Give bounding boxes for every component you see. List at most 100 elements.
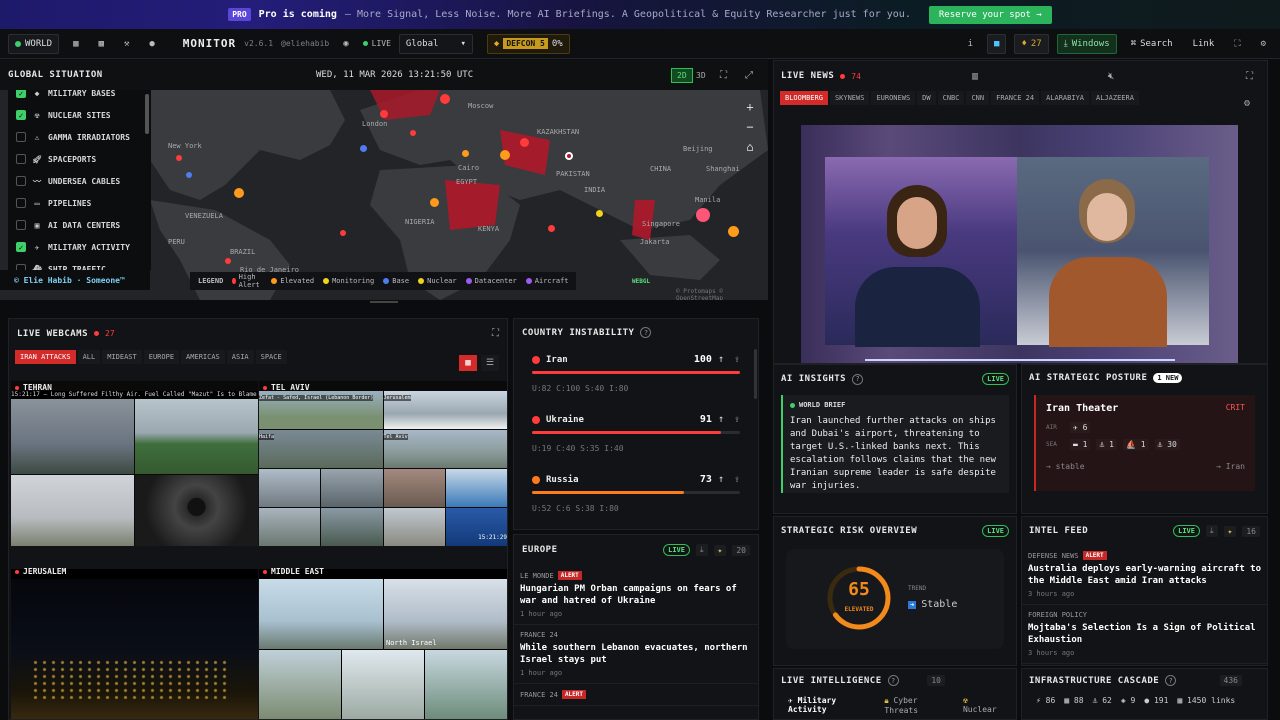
country-row[interactable]: Russia 73 ↑ ⇪ U:52 C:6 S:38 I:80	[514, 466, 758, 526]
help-icon[interactable]: ?	[887, 675, 899, 686]
link-button[interactable]: Link	[1187, 34, 1221, 54]
channel-tab[interactable]: ALARABIYA	[1041, 91, 1089, 105]
list-view-button[interactable]: ☰	[481, 355, 499, 371]
layers-scrollbar[interactable]	[144, 90, 150, 270]
windows-download-button[interactable]: ⤓ Windows	[1056, 33, 1117, 54]
news-headline[interactable]: Hungarian PM Orban campaigns on fears of…	[520, 583, 752, 607]
share-icon[interactable]: ⇪	[734, 354, 740, 365]
webcam-tab[interactable]: ALL	[77, 350, 101, 364]
elevated-marker[interactable]	[728, 226, 739, 237]
news-item[interactable]: FRANCE 24 While southern Lebanon evacuate…	[514, 625, 758, 684]
news-item[interactable]: FOREIGN POLICY Mojtaba's Selection Is a S…	[1022, 605, 1267, 664]
webcam-feed[interactable]	[445, 469, 507, 507]
search-button[interactable]: ⌘ Search	[1125, 34, 1179, 54]
channel-tab[interactable]: CNBC	[937, 91, 965, 105]
elevated-marker[interactable]	[462, 150, 469, 157]
webcam-feed[interactable]: 15:21:29	[445, 508, 507, 546]
webcam-feed[interactable]	[383, 469, 445, 507]
webcam-tab[interactable]: AMERICAS	[181, 350, 225, 364]
elevated-marker[interactable]	[430, 198, 439, 207]
download-icon[interactable]: ⤓	[1205, 525, 1218, 537]
webcam-feed[interactable]	[259, 650, 341, 719]
download-icon[interactable]: ⤓	[695, 544, 708, 556]
webcam-tab[interactable]: ASIA	[226, 350, 254, 364]
layer-toggle[interactable]: ⛴ SHIP TRAFFIC	[16, 258, 143, 270]
alert-marker[interactable]	[225, 258, 231, 264]
channel-tab[interactable]: DW	[917, 91, 936, 105]
layer-toggle[interactable]: ▭ PIPELINES	[16, 192, 143, 214]
tools-variant-button[interactable]: ⚒	[118, 34, 135, 54]
news-item[interactable]: DEFENSE NEWS ALERT Australia deploys early…	[1022, 545, 1267, 605]
resize-icon[interactable]: ⤢	[745, 70, 753, 81]
webcam-feed[interactable]: North Israel	[384, 579, 507, 649]
share-icon[interactable]: ⇪	[734, 474, 740, 485]
webcam-feed[interactable]	[321, 469, 383, 507]
expand-icon[interactable]: ⛶	[1246, 71, 1253, 82]
settings-button[interactable]: ⚙	[1255, 34, 1272, 54]
alert-marker[interactable]	[340, 230, 346, 236]
sparkle-icon[interactable]: ✦	[713, 544, 727, 556]
layer-checkbox[interactable]: ✓	[16, 242, 26, 252]
webcam-feed[interactable]: Zefat - Safed, Israel (Lebanon Border)	[259, 391, 383, 429]
webcam-tab[interactable]: IRAN ATTACKS	[15, 350, 76, 364]
alert-marker[interactable]	[410, 130, 416, 136]
webcam-feed[interactable]	[425, 650, 507, 719]
mode-2d-button[interactable]: 2D	[671, 67, 693, 83]
webcam-feed[interactable]	[259, 579, 383, 649]
world-variant-button[interactable]: WORLD	[8, 33, 60, 54]
alert-marker[interactable]	[176, 155, 182, 161]
info-button[interactable]: i	[962, 34, 979, 54]
tab-nuclear[interactable]: ☢ Nuclear	[963, 696, 1002, 715]
channel-tab[interactable]: BLOOMBERG	[780, 91, 828, 105]
webcam-group-tel-aviv[interactable]: TEL AVIV Zefat - Safed, Israel (Lebanon …	[259, 381, 507, 546]
country-row[interactable]: Ukraine 91 ↑ ⇪ U:19 C:40 S:35 I:40	[514, 406, 758, 466]
base-marker[interactable]	[360, 145, 367, 152]
base-marker[interactable]	[186, 172, 192, 178]
elevated-marker[interactable]	[234, 188, 244, 198]
alert-marker[interactable]	[440, 94, 450, 104]
channel-tab[interactable]: CNN	[966, 91, 990, 105]
zoom-out-button[interactable]: −	[746, 120, 753, 134]
alert-marker[interactable]	[565, 152, 573, 160]
channel-tab[interactable]: SKYNEWS	[829, 91, 870, 105]
layer-checkbox[interactable]: ✓	[16, 90, 26, 98]
webcam-tab[interactable]: SPACE	[255, 350, 287, 364]
layer-toggle[interactable]: ✓ ◆ MILITARY BASES	[16, 90, 143, 104]
webcam-feed[interactable]	[135, 475, 258, 546]
elevated-marker[interactable]	[500, 150, 510, 160]
webcam-feed[interactable]	[342, 650, 424, 719]
layer-toggle[interactable]: ✓ ☢ NUCLEAR SITES	[16, 104, 143, 126]
layer-toggle[interactable]: ⚠ GAMMA IRRADIATORS	[16, 126, 143, 148]
layer-checkbox[interactable]	[16, 132, 26, 142]
finance-variant-button[interactable]: ▩	[93, 34, 110, 54]
grid-view-button[interactable]: ▦	[459, 355, 477, 371]
iran-theater-card[interactable]: Iran Theater CRIT AIR ✈ 6 SEA ▬ 1 ⚓ 1 ⛵ …	[1034, 395, 1255, 491]
home-icon[interactable]: ⌂	[746, 140, 753, 154]
webcam-tab[interactable]: EUROPE	[143, 350, 180, 364]
alert-marker[interactable]	[696, 208, 710, 222]
layer-toggle[interactable]: 🚀︎ SPACEPORTS	[16, 148, 143, 170]
layer-checkbox[interactable]	[16, 154, 26, 164]
webcam-feed[interactable]	[383, 508, 445, 546]
news-item[interactable]: FRANCE 24 ALERT	[514, 684, 758, 706]
help-icon[interactable]: ?	[640, 327, 652, 338]
pause-icon[interactable]: ▥	[972, 71, 978, 82]
app-icon-button[interactable]: ■	[987, 33, 1007, 54]
defcon-indicator[interactable]: ◆ DEFCON 5 0%	[486, 33, 570, 54]
webcam-feed[interactable]	[11, 475, 134, 546]
scrollbar[interactable]	[754, 349, 757, 399]
help-icon[interactable]: ?	[852, 373, 864, 385]
fullscreen-button[interactable]: ⛶	[1228, 34, 1246, 54]
webcam-feed[interactable]	[11, 579, 258, 719]
github-icon[interactable]: ◉	[337, 34, 354, 54]
layer-checkbox[interactable]	[16, 176, 26, 186]
zoom-in-button[interactable]: +	[746, 100, 753, 114]
channel-tab[interactable]: FRANCE 24	[991, 91, 1040, 105]
resize-handle[interactable]	[370, 301, 398, 303]
expand-icon[interactable]: ⛶	[492, 328, 499, 339]
webcam-feed[interactable]: Tel Aviv	[383, 430, 507, 468]
news-headline[interactable]: Mojtaba's Selection Is a Sign of Politic…	[1028, 622, 1261, 646]
webcam-group-middle-east[interactable]: MIDDLE EAST North Israel	[259, 567, 507, 719]
author-handle[interactable]: @eliehabib	[281, 39, 329, 48]
streak-button[interactable]: ♦ 27	[1014, 33, 1049, 54]
